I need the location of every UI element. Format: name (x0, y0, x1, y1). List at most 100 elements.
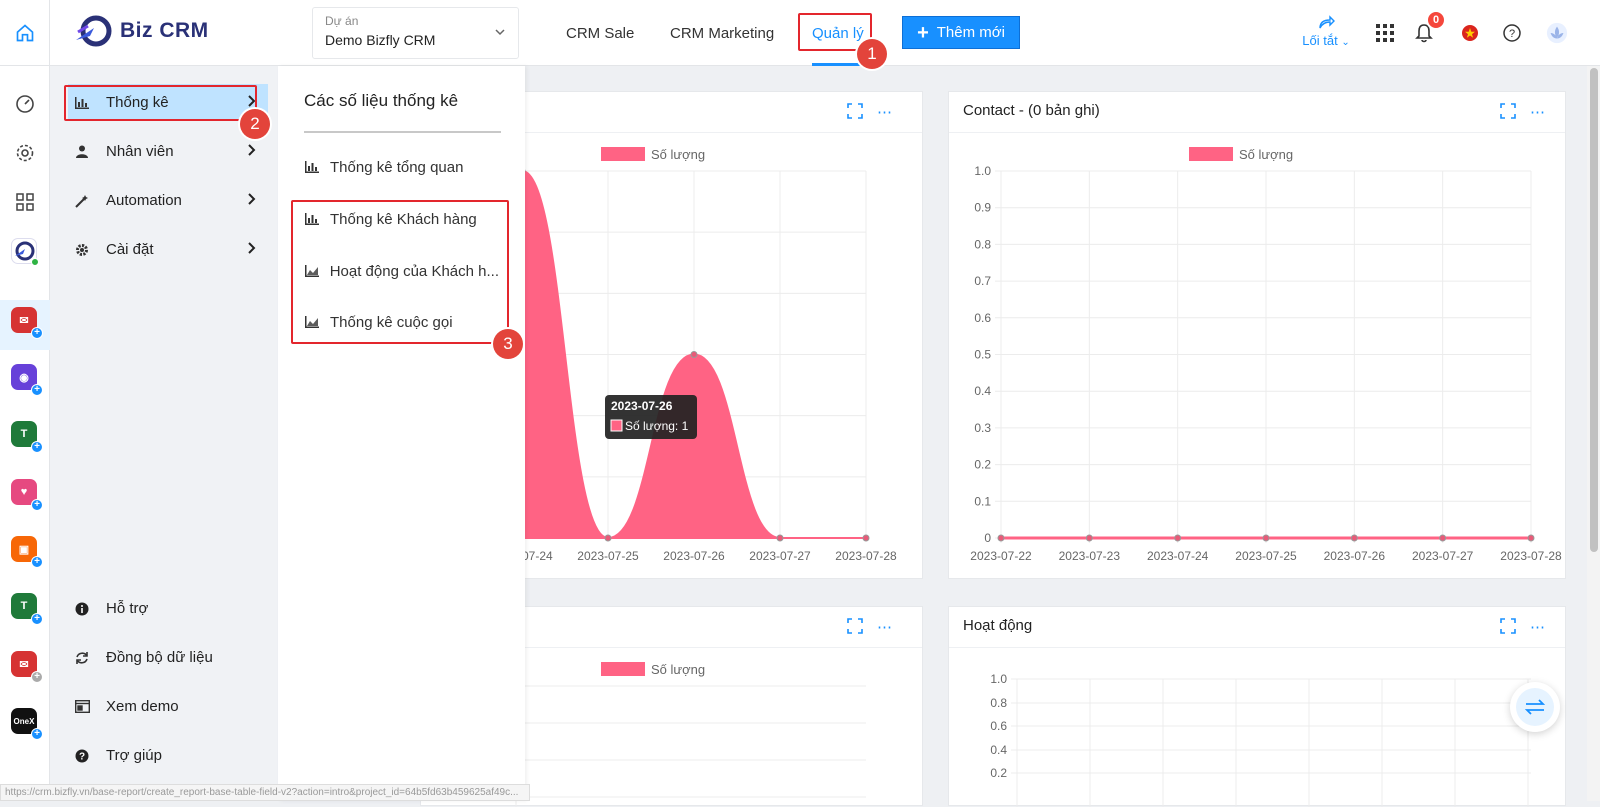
menu-item-nhan-vien[interactable]: Nhân viên (68, 133, 268, 170)
card-title-contact: Contact - (0 bản ghi) (963, 102, 1100, 119)
y-tick-label: 0.8 (990, 696, 1007, 710)
y-tick-label: 0 (984, 531, 991, 545)
data-point (862, 534, 870, 542)
x-tick-label: 2023-07-25 (1235, 549, 1297, 563)
legend-swatch (601, 662, 645, 676)
chart-card-activity: Hoạt động ⋯ 0.2 0.4 0.6 0.8 1.0 (948, 606, 1566, 807)
project-label: Dự án (325, 14, 359, 28)
tooltip-swatch (610, 419, 623, 432)
language-flag-icon[interactable] (1459, 22, 1481, 44)
swap-arrows-icon (1524, 699, 1546, 715)
mail2-app-icon[interactable]: ✉ + (11, 651, 43, 683)
data-point (604, 534, 612, 542)
statistics-submenu: Các số liệu thống kê Thống kê tổng quan … (278, 66, 525, 801)
svg-text:?: ? (79, 751, 85, 762)
data-point (1085, 534, 1093, 542)
chevron-down-icon (495, 29, 505, 36)
menu-item-xem-demo[interactable]: Xem demo (68, 688, 268, 725)
settings-gear-icon[interactable] (13, 141, 37, 165)
chevron-right-icon (248, 241, 256, 258)
x-tick-label: 2023-07-27 (1412, 549, 1474, 563)
menu-item-tro-giup[interactable]: ? Trợ giúp (68, 737, 268, 774)
submenu-item-label: Thống kê tổng quan (330, 158, 464, 176)
menu-item-cai-dat[interactable]: Cài đặt (68, 231, 268, 268)
ticket-app-icon[interactable]: T + (11, 421, 43, 453)
logo[interactable]: Biz CRM (74, 14, 209, 48)
y-tick-label: 1.0 (974, 164, 991, 178)
legend-swatch (601, 147, 645, 161)
help-circle-icon[interactable]: ? (1501, 22, 1523, 44)
annotation-box-2 (64, 85, 257, 121)
y-tick-label: 0.7 (974, 274, 991, 288)
swap-fab-button[interactable] (1510, 682, 1560, 732)
legend-label: Số lượng (651, 147, 705, 162)
modules-grid-icon[interactable] (13, 190, 37, 214)
y-tick-label: 0.3 (974, 421, 991, 435)
onex-app-icon[interactable]: OneX + (11, 708, 43, 740)
data-point (997, 534, 1005, 542)
annotation-number-3: 3 (493, 329, 523, 359)
shortcut-label: Lối tắt (1302, 33, 1338, 48)
menu-item-dong-bo[interactable]: Đồng bộ dữ liệu (68, 639, 268, 676)
data-point (776, 534, 784, 542)
y-tick-label: 0.4 (974, 384, 991, 398)
menu-item-label: Nhân viên (106, 143, 174, 160)
fullscreen-icon[interactable] (847, 103, 863, 123)
legend-swatch (1189, 147, 1233, 161)
x-tick-label: 2023-07-22 (970, 549, 1032, 563)
y-tick-label: 1.0 (990, 672, 1007, 686)
data-point (1262, 534, 1270, 542)
x-tick-label: 2023-07-28 (835, 549, 897, 563)
tooltip-date: 2023-07-26 (611, 399, 673, 413)
add-new-label: Thêm mới (936, 24, 1005, 41)
page-scrollbar-thumb[interactable] (1590, 68, 1598, 552)
menu-item-ho-tro[interactable]: Hỗ trợ (68, 590, 268, 627)
ticket2-app-icon[interactable]: T + (11, 593, 43, 625)
menu-item-label: Hỗ trợ (106, 600, 149, 617)
more-options-icon[interactable]: ⋯ (1530, 618, 1545, 638)
app-rail: ✉ + ◉ + T + ♥ + ▣ + T + ✉ + OneX + (0, 66, 50, 801)
user-avatar[interactable] (1546, 22, 1568, 44)
chevron-down-icon: ⌄ (1341, 37, 1350, 48)
x-tick-label: 2023-07-23 (1059, 549, 1121, 563)
submenu-item-tong-quan[interactable]: Thống kê tổng quan (304, 152, 499, 182)
nav-crm-marketing[interactable]: CRM Marketing (670, 0, 774, 66)
bar-chart-icon (304, 161, 320, 173)
menu-item-automation[interactable]: Automation (68, 182, 268, 219)
data-point (1527, 534, 1535, 542)
bot-app-icon[interactable]: ◉ + (11, 364, 43, 396)
x-tick-label: 2023-07-24 (1147, 549, 1209, 563)
dashboard-gauge-icon[interactable] (13, 92, 37, 116)
project-select[interactable]: Dự án Demo Bizfly CRM (312, 7, 519, 59)
data-point (1350, 534, 1358, 542)
menu-item-label: Xem demo (106, 698, 179, 715)
share-arrow-icon (1319, 15, 1335, 29)
more-options-icon[interactable]: ⋯ (877, 103, 892, 123)
y-tick-label: 0.6 (990, 719, 1007, 733)
shortcut-menu[interactable]: Lối tắt ⌄ (1296, 14, 1356, 48)
bizcrm-logo-icon (76, 15, 112, 47)
chat-app-icon[interactable]: ♥ + (11, 479, 43, 511)
person-icon (72, 145, 92, 158)
mail-app-icon[interactable]: ✉ + (11, 307, 43, 339)
y-tick-label: 0.6 (974, 311, 991, 325)
home-button[interactable] (0, 0, 50, 66)
more-options-icon[interactable]: ⋯ (877, 618, 892, 638)
shop-app-icon[interactable]: ▣ + (11, 536, 43, 568)
contact-line-chart: Số lượng 0 0.1 0.2 0.3 0.4 0.5 0.6 0.7 0.8 0.9 1.0 2… (970, 147, 1562, 563)
apps-grid-icon[interactable] (1374, 22, 1396, 44)
menu-item-label: Automation (106, 192, 182, 209)
fullscreen-icon[interactable] (1500, 618, 1516, 638)
data-point (1174, 534, 1182, 542)
add-new-button[interactable]: + Thêm mới (902, 16, 1020, 49)
plus-icon: + (917, 21, 929, 44)
y-tick-label: 0.8 (974, 237, 991, 251)
fullscreen-icon[interactable] (1500, 103, 1516, 123)
y-tick-label: 0.2 (990, 766, 1007, 780)
gear-icon (72, 243, 92, 257)
more-options-icon[interactable]: ⋯ (1530, 103, 1545, 123)
bizcrm-app-icon[interactable] (11, 238, 39, 266)
fullscreen-icon[interactable] (847, 618, 863, 638)
y-tick-label: 0.2 (974, 458, 991, 472)
nav-crm-sale[interactable]: CRM Sale (566, 0, 634, 66)
